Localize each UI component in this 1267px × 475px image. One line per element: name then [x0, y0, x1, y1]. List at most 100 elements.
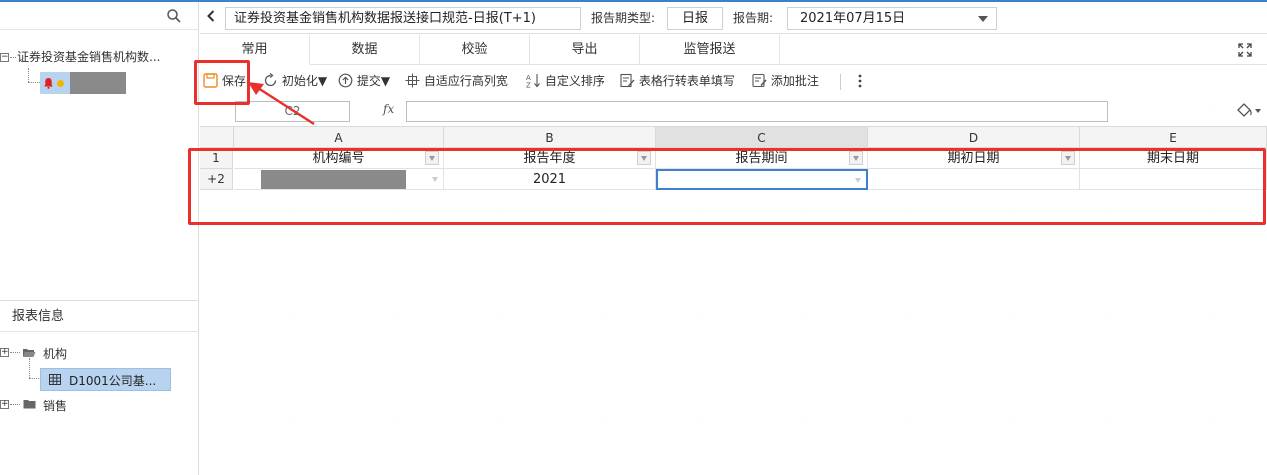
- tab-export[interactable]: 导出: [530, 35, 640, 65]
- cell-d1-text: 期初日期: [947, 151, 1000, 166]
- tree-line: [28, 68, 29, 82]
- main-area: 证券投资基金销售机构数据报送接口规范-日报(T+1) 报告期类型: 日报 报告期…: [200, 2, 1267, 475]
- row-to-form-button[interactable]: 表格行转表单填写: [620, 70, 735, 92]
- note-icon: [752, 73, 767, 88]
- svg-text:Z: Z: [526, 82, 531, 89]
- cell-dropdown-arrow-icon[interactable]: [432, 177, 438, 182]
- title-bar: 证券投资基金销售机构数据报送接口规范-日报(T+1) 报告期类型: 日报 报告期…: [200, 2, 1267, 34]
- cell-c1-text: 报告期间: [735, 151, 788, 166]
- info-tree-item-d1001[interactable]: D1001公司基...: [40, 368, 171, 391]
- left-panel: − 证券投资基金销售机构数... 报表信息 + 机构 D1001公司基... +…: [0, 2, 199, 475]
- tree-line: [10, 352, 20, 353]
- cell-d2[interactable]: [868, 169, 1080, 190]
- period-label: 报告期:: [733, 11, 774, 25]
- cell-b2-text: 2021: [532, 172, 567, 187]
- tree-line: [10, 57, 16, 58]
- cell-e1[interactable]: 期末日期: [1080, 148, 1267, 169]
- info-tree-label-d1001: D1001公司基...: [69, 374, 157, 388]
- tree-line: [10, 404, 20, 405]
- column-header-e[interactable]: E: [1080, 126, 1267, 148]
- tab-regulatory-submit[interactable]: 监管报送: [640, 35, 780, 65]
- info-tree-label-org[interactable]: 机构: [43, 345, 67, 362]
- sort-icon: A Z: [526, 74, 540, 90]
- period-select-value: 2021年07月15日: [800, 11, 906, 26]
- expand-icon[interactable]: +: [0, 348, 9, 357]
- redacted-value: [261, 170, 406, 189]
- form-edit-icon: [620, 73, 635, 88]
- autofit-icon: [405, 73, 420, 88]
- upload-circle-icon: [338, 73, 353, 88]
- tree-root-label: 证券投资基金销售机构数...: [17, 50, 161, 64]
- column-header-c[interactable]: C: [656, 126, 868, 148]
- chevron-down-icon: [978, 16, 988, 22]
- save-icon: [203, 73, 218, 88]
- tree-child-node[interactable]: [40, 72, 126, 94]
- custom-sort-label: 自定义排序: [544, 74, 605, 88]
- filter-dropdown-icon[interactable]: [1061, 151, 1075, 165]
- tree-line: [28, 82, 40, 83]
- folder-icon: [23, 400, 36, 409]
- tab-common[interactable]: 常用: [200, 35, 310, 65]
- period-select[interactable]: 2021年07月15日: [787, 7, 997, 30]
- formula-input[interactable]: [406, 101, 1108, 122]
- fullscreen-icon[interactable]: [1237, 42, 1253, 58]
- fill-color-icon[interactable]: [1235, 102, 1263, 120]
- tree-line: [29, 378, 39, 379]
- table-icon: [49, 374, 61, 385]
- expand-icon[interactable]: +: [0, 400, 9, 409]
- back-button[interactable]: [202, 6, 220, 28]
- period-type-label: 报告期类型:: [591, 11, 656, 25]
- cell-e2[interactable]: [1080, 169, 1267, 190]
- tab-data[interactable]: 数据: [310, 35, 420, 65]
- filter-dropdown-icon[interactable]: [849, 151, 863, 165]
- toolbar: 保存 初始化▼ 提交▼ 自适应行高列宽 A Z 自定义排序 表格行转表单填写 添…: [200, 66, 1267, 96]
- tab-validate[interactable]: 校验: [420, 35, 530, 65]
- filter-dropdown-icon[interactable]: [637, 151, 651, 165]
- info-tree: + 机构 D1001公司基... + 销售: [0, 340, 199, 420]
- tree-line: [29, 358, 30, 378]
- annotation-arrow-icon: [248, 82, 315, 126]
- filter-dropdown-icon[interactable]: [425, 151, 439, 165]
- search-icon[interactable]: [166, 8, 182, 24]
- period-type-field[interactable]: 日报: [667, 7, 723, 30]
- info-tree-label-sales[interactable]: 销售: [43, 397, 67, 414]
- cell-a1-text: 机构编号: [312, 151, 365, 166]
- column-header-d[interactable]: D: [868, 126, 1080, 148]
- tree-root-node[interactable]: − 证券投资基金销售机构数...: [0, 46, 199, 68]
- row-header-2[interactable]: +2: [200, 169, 233, 190]
- cell-e1-text: 期末日期: [1146, 151, 1199, 166]
- bell-icon: [44, 78, 53, 89]
- redacted-label: [70, 72, 126, 94]
- cell-c2[interactable]: [656, 169, 868, 190]
- add-note-button[interactable]: 添加批注: [752, 70, 819, 92]
- cell-b1-text: 报告年度: [523, 151, 576, 166]
- custom-sort-button[interactable]: A Z 自定义排序: [526, 70, 605, 92]
- row-header-1[interactable]: 1: [200, 148, 233, 169]
- cell-a2[interactable]: [234, 169, 444, 190]
- report-title-field[interactable]: 证券投资基金销售机构数据报送接口规范-日报(T+1): [225, 7, 581, 30]
- more-menu-button[interactable]: [856, 72, 864, 90]
- cell-b2[interactable]: 2021: [444, 169, 656, 190]
- cell-b1[interactable]: 报告年度: [444, 148, 656, 169]
- submit-button[interactable]: 提交▼: [338, 70, 390, 92]
- autofit-button[interactable]: 自适应行高列宽: [405, 70, 508, 92]
- fx-icon: fx: [383, 102, 395, 116]
- cell-c1[interactable]: 报告期间: [656, 148, 868, 169]
- chevron-left-icon: [207, 10, 215, 22]
- autofit-label: 自适应行高列宽: [423, 74, 508, 88]
- corner-header[interactable]: [200, 126, 234, 148]
- report-tree: − 证券投资基金销售机构数...: [0, 46, 199, 94]
- row-to-form-label: 表格行转表单填写: [638, 74, 735, 88]
- cell-dropdown-arrow-icon[interactable]: [855, 178, 861, 183]
- folder-open-icon: [23, 349, 36, 357]
- report-info-header: 报表信息: [0, 300, 199, 332]
- column-header-a[interactable]: A: [234, 126, 444, 148]
- formula-bar: C2 fx: [200, 98, 1267, 126]
- submit-label: 提交▼: [356, 74, 391, 88]
- search-row: [0, 2, 198, 30]
- cell-d1[interactable]: 期初日期: [868, 148, 1080, 169]
- column-header-b[interactable]: B: [444, 126, 656, 148]
- cell-a1[interactable]: 机构编号: [234, 148, 444, 169]
- status-dot-icon: [57, 80, 64, 87]
- collapse-icon[interactable]: −: [0, 53, 9, 62]
